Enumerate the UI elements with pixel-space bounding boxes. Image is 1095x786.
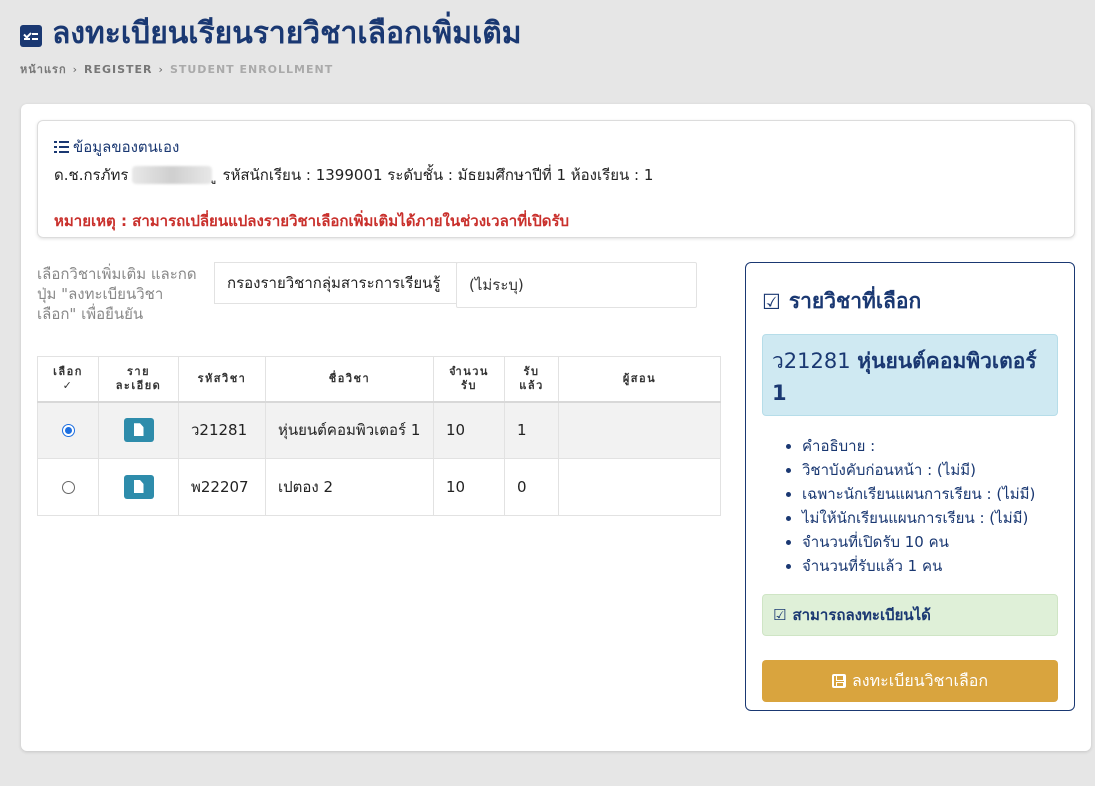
panel-title: ☑ รายวิชาที่เลือก — [762, 285, 1058, 318]
course-name: เปตอง 2 — [265, 458, 434, 516]
status-alert: ☑ สามารถลงทะเบียนได้ — [762, 594, 1058, 636]
student-name-prefix: ด.ช.กรภัทร — [54, 166, 129, 184]
page-header: ลงทะเบียนเรียนรายวิชาเลือกเพิ่มเติม หน้า… — [20, 14, 521, 78]
header-code: รหัสวิชา — [178, 356, 266, 403]
table-row[interactable]: ว21281 หุ่นยนต์คอมพิวเตอร์ 1 10 1 — [37, 401, 721, 459]
checkbox-icon: ☑ — [773, 606, 787, 624]
register-button[interactable]: ลงทะเบียนวิชาเลือก — [762, 660, 1058, 702]
header-name: ชื่อวิชา — [265, 356, 434, 403]
header-detail: ราย ละเอียด — [98, 356, 179, 403]
checkbox-icon: ☑ — [762, 289, 781, 314]
register-button-label: ลงทะเบียนวิชาเลือก — [851, 670, 989, 690]
list-item: ไม่ให้นักเรียนแผนการเรียน : (ไม่มี) — [802, 506, 1058, 530]
document-icon[interactable] — [123, 475, 154, 499]
list-item: วิชาบังคับก่อนหน้า : (ไม่มี) — [802, 458, 1058, 482]
checklist-icon — [20, 25, 42, 47]
course-radio[interactable] — [61, 481, 75, 494]
profile-heading: ข้อมูลของตนเอง — [54, 135, 1058, 159]
select-cell — [37, 401, 99, 459]
course-teacher — [558, 401, 721, 459]
course-capacity: 10 — [433, 458, 505, 516]
header-capacity: จำนวน รับ — [433, 356, 505, 403]
list-item: เฉพาะนักเรียนแผนการเรียน : (ไม่มี) — [802, 482, 1058, 506]
save-icon — [831, 674, 846, 688]
main-card: ข้อมูลของตนเอง ด.ช.กรภัทร ู รหัสนักเรียน… — [21, 104, 1091, 751]
course-table: เลือก ✓ ราย ละเอียด รหัสวิชา ชื่อวิชา จำนว… — [37, 356, 721, 516]
course-details-list: คำอธิบาย : วิชาบังคับก่อนหน้า : (ไม่มี) … — [762, 434, 1058, 578]
student-details: รหัสนักเรียน : 1399001 ระดับชั้น : มัธยม… — [222, 166, 654, 184]
list-item: คำอธิบาย : — [802, 434, 1058, 458]
course-accepted: 0 — [504, 458, 559, 516]
filter-label: กรองรายวิชากลุ่มสาระการเรียนรู้ — [214, 262, 457, 304]
page-title: ลงทะเบียนเรียนรายวิชาเลือกเพิ่มเติม — [20, 14, 521, 54]
course-teacher — [558, 458, 721, 516]
course-code: พ22207 — [178, 458, 266, 516]
list-item: จำนวนที่รับแล้ว 1 คน — [802, 554, 1058, 578]
profile-box: ข้อมูลของตนเอง ด.ช.กรภัทร ู รหัสนักเรียน… — [37, 120, 1075, 238]
table-row[interactable]: พ22207 เปตอง 2 10 0 — [37, 458, 721, 516]
list-item: จำนวนที่เปิดรับ 10 คน — [802, 530, 1058, 554]
breadcrumb-current: STUDENT ENROLLMENT — [169, 62, 334, 76]
table-header-row: เลือก ✓ ราย ละเอียด รหัสวิชา ชื่อวิชา จำนว… — [37, 356, 721, 403]
instructions-text: เลือกวิชาเพิ่มเติม และกดปุ่ม "ลงทะเบียนว… — [37, 265, 197, 323]
detail-cell — [98, 401, 179, 459]
chevron-right-icon: › — [72, 62, 79, 76]
select-cell — [37, 458, 99, 516]
selected-course-box: ว21281 หุ่นยนต์คอมพิวเตอร์ 1 — [762, 334, 1058, 416]
course-accepted: 1 — [504, 401, 559, 459]
status-text: สามารถลงทะเบียนได้ — [792, 606, 931, 624]
profile-heading-text: ข้อมูลของตนเอง — [73, 138, 180, 156]
subject-group-select[interactable]: (ไม่ระบุ) — [456, 262, 697, 308]
chevron-right-icon: › — [158, 62, 164, 76]
course-name: หุ่นยนต์คอมพิวเตอร์ 1 — [265, 401, 434, 459]
detail-cell — [98, 458, 179, 516]
list-icon — [54, 141, 69, 153]
selected-course-panel: ☑ รายวิชาที่เลือก ว21281 หุ่นยนต์คอมพิวเ… — [745, 262, 1075, 711]
header-select: เลือก ✓ — [37, 356, 99, 403]
note-text: หมายเหตุ : สามารถเปลี่ยนแปลงรายวิชาเลือก… — [54, 212, 570, 230]
course-radio[interactable] — [61, 424, 75, 438]
header-teacher: ผู้สอน — [558, 356, 721, 403]
header-accepted: รับ แล้ว — [504, 356, 559, 403]
breadcrumb: หน้าแรก › REGISTER › STUDENT ENROLLMENT — [20, 60, 521, 78]
breadcrumb-home[interactable]: หน้าแรก — [20, 60, 67, 78]
profile-details: ด.ช.กรภัทร ู รหัสนักเรียน : 1399001 ระดั… — [54, 163, 1058, 187]
redacted-name — [132, 166, 213, 184]
page-title-text: ลงทะเบียนเรียนรายวิชาเลือกเพิ่มเติม — [52, 16, 522, 51]
course-capacity: 10 — [433, 401, 505, 459]
document-icon[interactable] — [123, 418, 154, 443]
course-code: ว21281 — [178, 401, 266, 459]
breadcrumb-register[interactable]: REGISTER — [84, 63, 153, 76]
panel-title-text: รายวิชาที่เลือก — [788, 289, 922, 313]
selected-course-code: ว21281 — [772, 349, 851, 373]
